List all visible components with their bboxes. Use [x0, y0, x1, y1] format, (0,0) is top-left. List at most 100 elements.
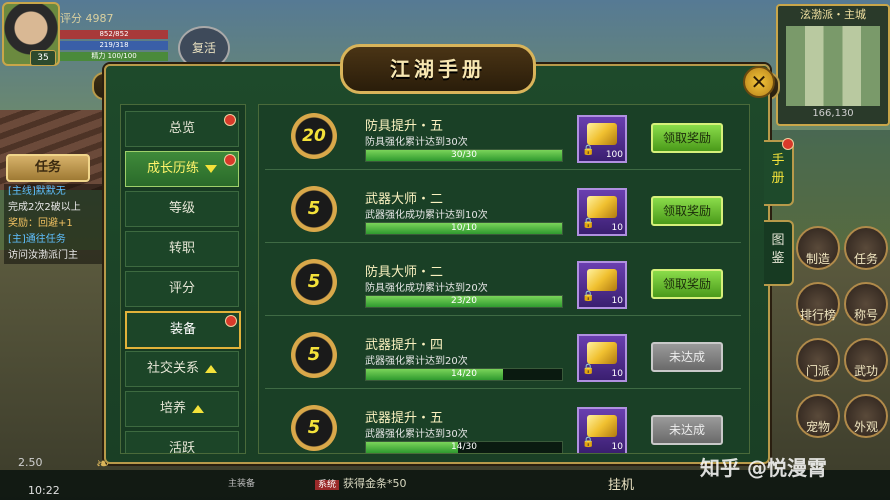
category-item[interactable]: 转职 — [125, 231, 239, 267]
category-label: 转职 — [168, 241, 195, 256]
minimap[interactable]: 泫渤派・主城 166,130 — [776, 4, 890, 126]
lock-icon: 🔒 — [582, 364, 595, 375]
task-tracker-line[interactable]: [主线]默默无 — [4, 184, 104, 200]
reward-quantity: 10 — [611, 296, 623, 306]
progress-text: 10/10 — [451, 223, 477, 233]
achievement-row: 5 防具大师・二 防具强化成功累计达到20次 23/20 🔒 10 领取奖励 — [265, 251, 741, 316]
category-item[interactable]: 装备 — [125, 311, 241, 349]
achievement-list[interactable]: 20 防具提升・五 防具强化累计达到30次 30/30 🔒 100 领取奖励 5 武器大师・二武… — [258, 104, 750, 454]
claim-reward-button[interactable]: 领取奖励 — [651, 269, 723, 299]
category-item[interactable]: 成长历练 — [125, 151, 239, 187]
progress-bar: 30/30 — [365, 149, 563, 162]
right-menu-4-icon[interactable]: 宠物 — [796, 394, 840, 438]
right-menu-1-icon[interactable]: 称号 — [844, 282, 888, 326]
category-label: 成长历练 — [146, 161, 199, 176]
reward-slot[interactable]: 🔒 10 — [577, 261, 627, 309]
achievement-desc: 防具强化累计达到30次 — [365, 137, 468, 148]
panel-title: 江湖手册 — [340, 44, 536, 94]
reward-slot[interactable]: 🔒 10 — [577, 334, 627, 382]
gold-ingot-icon — [587, 123, 617, 145]
achievement-row: 5 武器提升・五 武器强化累计达到30次 14/30 🔒 10 未达成 — [265, 397, 741, 453]
category-item[interactable]: 评分 — [125, 271, 239, 307]
loot-message: 系统 获得金条*50 — [315, 475, 407, 491]
category-item[interactable]: 总览 — [125, 111, 239, 147]
progress-bar: 14/20 — [365, 368, 563, 381]
progress-bar: 23/20 — [365, 295, 563, 308]
category-item[interactable]: 等级 — [125, 191, 239, 227]
side-tab[interactable]: 图鉴 — [764, 220, 794, 286]
side-tab-label: 手 — [771, 153, 785, 168]
achievement-title: 防具提升・五 — [365, 119, 444, 134]
gold-ingot-icon — [587, 415, 617, 437]
achievement-title: 武器提升・四 — [365, 338, 444, 353]
task-button[interactable]: 任务 — [6, 154, 90, 182]
progress-text: 14/20 — [451, 369, 477, 379]
caret-up-icon — [192, 404, 204, 413]
not-achieved-button[interactable]: 未达成 — [651, 415, 723, 445]
achievement-row: 5 武器提升・四 武器强化累计达到20次 14/20 🔒 10 未达成 — [265, 324, 741, 389]
right-menu-3-icon[interactable]: 外观 — [844, 394, 888, 438]
category-label: 活跃 — [168, 441, 195, 454]
gold-ingot-icon — [587, 342, 617, 364]
afk-button[interactable]: 挂机 — [608, 474, 634, 493]
task-tracker-line[interactable]: 完成2次2破以上 — [4, 200, 104, 216]
task-tracker-line[interactable]: 访问汝渤派门主 — [4, 248, 104, 264]
achievement-desc: 防具强化成功累计达到20次 — [365, 283, 488, 294]
category-item[interactable]: 培养 — [125, 391, 239, 427]
category-label: 评分 — [168, 281, 195, 296]
side-tab[interactable]: 手册 — [764, 138, 794, 206]
player-level: 35 — [30, 50, 56, 66]
right-menu-2-icon[interactable]: 武功 — [844, 338, 888, 382]
category-item[interactable]: 活跃 — [125, 431, 239, 454]
category-sidebar[interactable]: 总览成长历练等级转职评分装备社交关系培养活跃 — [120, 104, 246, 454]
category-item[interactable]: 社交关系 — [125, 351, 239, 387]
side-tab-label: 图 — [771, 233, 785, 248]
medal-icon: 5 — [291, 259, 337, 305]
notification-dot-icon — [224, 154, 236, 166]
achievement-title: 武器提升・五 — [365, 411, 444, 426]
medal-icon: 5 — [291, 186, 337, 232]
loot-tag: 系统 — [315, 480, 340, 490]
category-label: 培养 — [159, 401, 186, 416]
equip-label: 主装备 — [228, 479, 256, 489]
close-button[interactable]: ✕ — [743, 66, 775, 98]
achievement-title: 武器大师・二 — [365, 192, 444, 207]
hp-bar: 852/852 — [60, 30, 168, 39]
achievement-row: 5 武器大师・二 武器强化成功累计达到10次 10/10 🔒 10 领取奖励 — [265, 178, 741, 243]
player-score: 评分 4987 — [60, 12, 114, 25]
minimap-coords: 166,130 — [812, 108, 854, 119]
clock: 10:22 — [28, 484, 60, 497]
claim-reward-button[interactable]: 领取奖励 — [651, 123, 723, 153]
caret-up-icon — [205, 364, 217, 373]
panel-corner-ornament: ❧ — [96, 454, 110, 473]
close-icon: ✕ — [750, 70, 768, 94]
task-tracker-line[interactable]: [主]通往任务 — [4, 232, 104, 248]
not-achieved-button[interactable]: 未达成 — [651, 342, 723, 372]
notification-dot-icon — [225, 315, 237, 327]
task-tracker[interactable]: [主线]默默无 完成2次2破以上 奖励：回避+1 [主]通往任务 访问汝渤派门主 — [4, 184, 104, 264]
lock-icon: 🔒 — [582, 291, 595, 302]
achievement-row: 20 防具提升・五 防具强化累计达到30次 30/30 🔒 100 领取奖励 — [265, 105, 741, 170]
right-menu-5-icon[interactable]: 门派 — [796, 338, 840, 382]
reward-slot[interactable]: 🔒 10 — [577, 407, 627, 453]
reward-slot[interactable]: 🔒 10 — [577, 188, 627, 236]
lock-icon: 🔒 — [582, 437, 595, 448]
right-menu-7-icon[interactable]: 制造 — [796, 226, 840, 270]
right-menu-6-icon[interactable]: 排行榜 — [796, 282, 840, 326]
side-tab-label: 鉴 — [771, 251, 785, 266]
speed-readout: 2.50 — [18, 456, 43, 469]
right-menu-0-icon[interactable]: 任务 — [844, 226, 888, 270]
category-label: 等级 — [168, 201, 195, 216]
notification-dot-icon — [224, 114, 236, 126]
reward-quantity: 10 — [611, 223, 623, 233]
sp-bar: 精力 100/100 — [60, 52, 168, 61]
minimap-title: 泫渤派・主城 — [800, 8, 866, 21]
side-tab-label: 册 — [771, 171, 785, 186]
task-tracker-line[interactable]: 奖励：回避+1 — [4, 216, 104, 232]
minimap-map[interactable] — [786, 26, 880, 106]
category-label: 装备 — [169, 322, 196, 337]
claim-reward-button[interactable]: 领取奖励 — [651, 196, 723, 226]
reward-slot[interactable]: 🔒 100 — [577, 115, 627, 163]
achievement-desc: 武器强化累计达到30次 — [365, 429, 468, 440]
progress-text: 30/30 — [451, 150, 477, 160]
